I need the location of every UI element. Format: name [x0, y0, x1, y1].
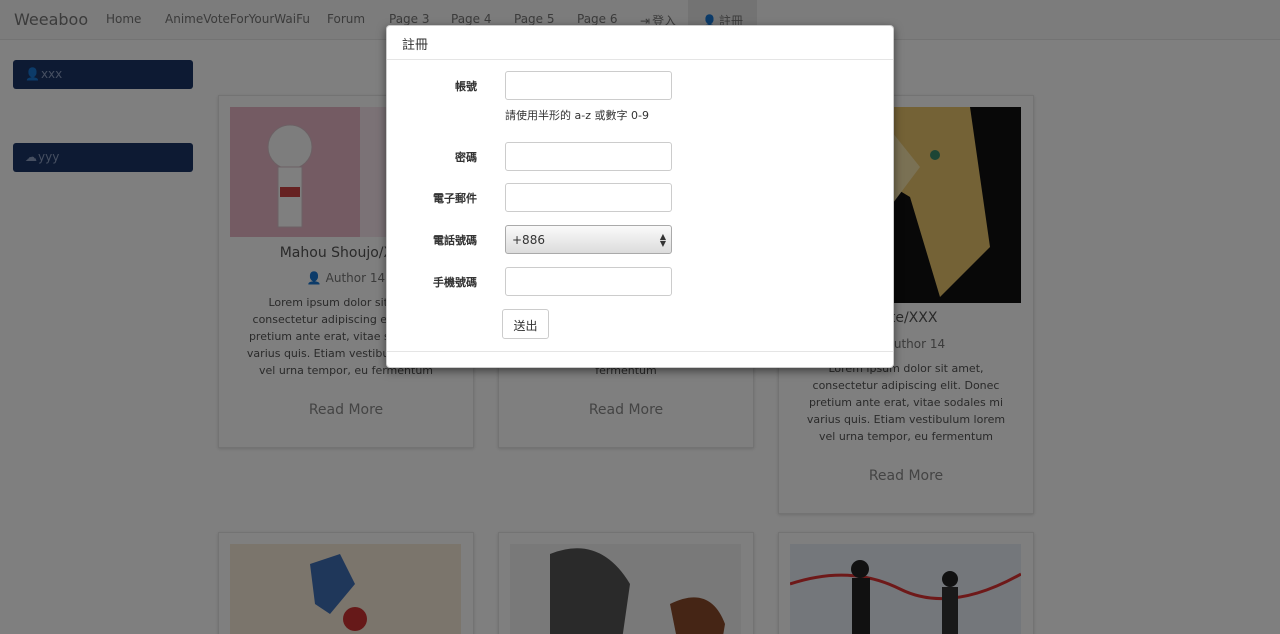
email-label: 電子郵件: [433, 192, 477, 205]
phone-label: 電話號碼: [433, 234, 477, 247]
email-input[interactable]: [505, 183, 672, 212]
mobile-input[interactable]: [505, 267, 672, 296]
account-label: 帳號: [455, 80, 477, 93]
account-help-text: 請使用半形的 a-z 或數字 0-9: [505, 109, 649, 122]
submit-button[interactable]: 送出: [502, 309, 549, 339]
modal-header: 註冊: [387, 26, 893, 60]
register-modal: 註冊 帳號 請使用半形的 a-z 或數字 0-9 密碼 電子郵件 電話號碼 +8…: [386, 25, 894, 368]
select-arrows-icon: ▲ ▼: [659, 232, 666, 248]
account-input[interactable]: [505, 71, 672, 100]
mobile-label: 手機號碼: [433, 276, 477, 289]
modal-footer-divider: [387, 351, 893, 352]
phone-code-select[interactable]: +886 ▲ ▼: [505, 225, 672, 254]
modal-title: 註冊: [402, 38, 429, 53]
password-label: 密碼: [455, 151, 477, 164]
password-input[interactable]: [505, 142, 672, 171]
phone-code-value: +886: [512, 233, 545, 247]
